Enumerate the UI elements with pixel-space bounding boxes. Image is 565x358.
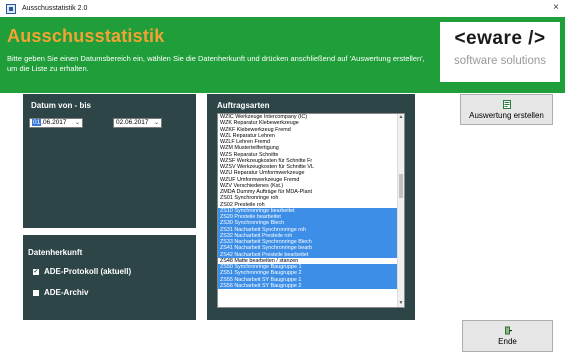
header-banner: Ausschusstatistik Bitte geben Sie einen … bbox=[0, 17, 565, 91]
order-types-panel: Auftragsarten WZIC Werkzeuge Intercompan… bbox=[207, 94, 415, 320]
report-icon bbox=[502, 99, 511, 109]
listbox-items: WZIC Werkzeuge Intercompany (IC) WZK Repa… bbox=[218, 114, 399, 289]
listbox-scrollbar[interactable]: ▲ ▼ bbox=[397, 114, 404, 307]
date-from-day: 01 bbox=[32, 119, 42, 126]
checkbox-checked-icon: ✓ bbox=[33, 268, 39, 275]
order-types-listbox[interactable]: WZIC Werkzeuge Intercompany (IC) WZK Repa… bbox=[217, 113, 405, 308]
app-title: Ausschusstatistik bbox=[7, 26, 165, 46]
date-range-panel: Datum von - bis 01.06.2017 ⌄ 02.06.2017 … bbox=[23, 94, 196, 228]
checkbox-label: ADE-Archiv bbox=[44, 288, 89, 297]
app-icon bbox=[6, 3, 16, 14]
date-from-picker[interactable]: 01.06.2017 ⌄ bbox=[29, 118, 83, 128]
data-source-panel: Datenherkunft ✓ ADE-Protokoll (aktuell) … bbox=[23, 235, 196, 320]
chevron-down-icon: ⌄ bbox=[74, 120, 80, 126]
order-types-title: Auftragsarten bbox=[217, 101, 270, 110]
end-label: Ende bbox=[498, 337, 517, 346]
window-title: Ausschusstatistik 2.0 bbox=[22, 5, 88, 12]
create-report-button[interactable]: Auswertung erstellen bbox=[460, 94, 553, 125]
date-range-title: Datum von - bis bbox=[31, 101, 92, 110]
scroll-down-icon[interactable]: ▼ bbox=[398, 300, 404, 307]
header-divider bbox=[0, 91, 565, 93]
instruction-text: Bitte geben Sie einen Datumsbereich ein,… bbox=[7, 54, 425, 73]
list-item[interactable]: ZS56 Nacharbeit SY Baugruppe 2 bbox=[218, 282, 399, 289]
checkbox-ade-archiv[interactable]: ADE-Archiv bbox=[33, 288, 88, 297]
create-report-label: Auswertung erstellen bbox=[469, 110, 544, 120]
exit-door-icon bbox=[504, 326, 512, 335]
window-titlebar: Ausschusstatistik 2.0 × bbox=[0, 0, 565, 17]
date-to-value: 02.06.2017 bbox=[116, 119, 149, 126]
checkbox-label: ADE-Protokoll (aktuell) bbox=[44, 267, 132, 276]
scroll-up-icon[interactable]: ▲ bbox=[398, 114, 404, 121]
logo-tagline: software solutions bbox=[453, 55, 547, 67]
scrollbar-thumb[interactable] bbox=[399, 174, 403, 198]
checkbox-unchecked-icon bbox=[33, 289, 39, 296]
checkbox-ade-protokoll[interactable]: ✓ ADE-Protokoll (aktuell) bbox=[33, 267, 131, 276]
date-from-rest: .06.2017 bbox=[41, 119, 67, 126]
company-logo: <eware /> software solutions bbox=[440, 22, 560, 82]
end-button[interactable]: Ende bbox=[462, 320, 553, 352]
chevron-down-icon: ⌄ bbox=[153, 120, 159, 126]
data-source-title: Datenherkunft bbox=[28, 248, 83, 257]
logo-wordmark: <eware /> bbox=[454, 28, 546, 49]
close-icon[interactable]: × bbox=[553, 2, 559, 14]
date-to-picker[interactable]: 02.06.2017 ⌄ bbox=[113, 118, 162, 128]
